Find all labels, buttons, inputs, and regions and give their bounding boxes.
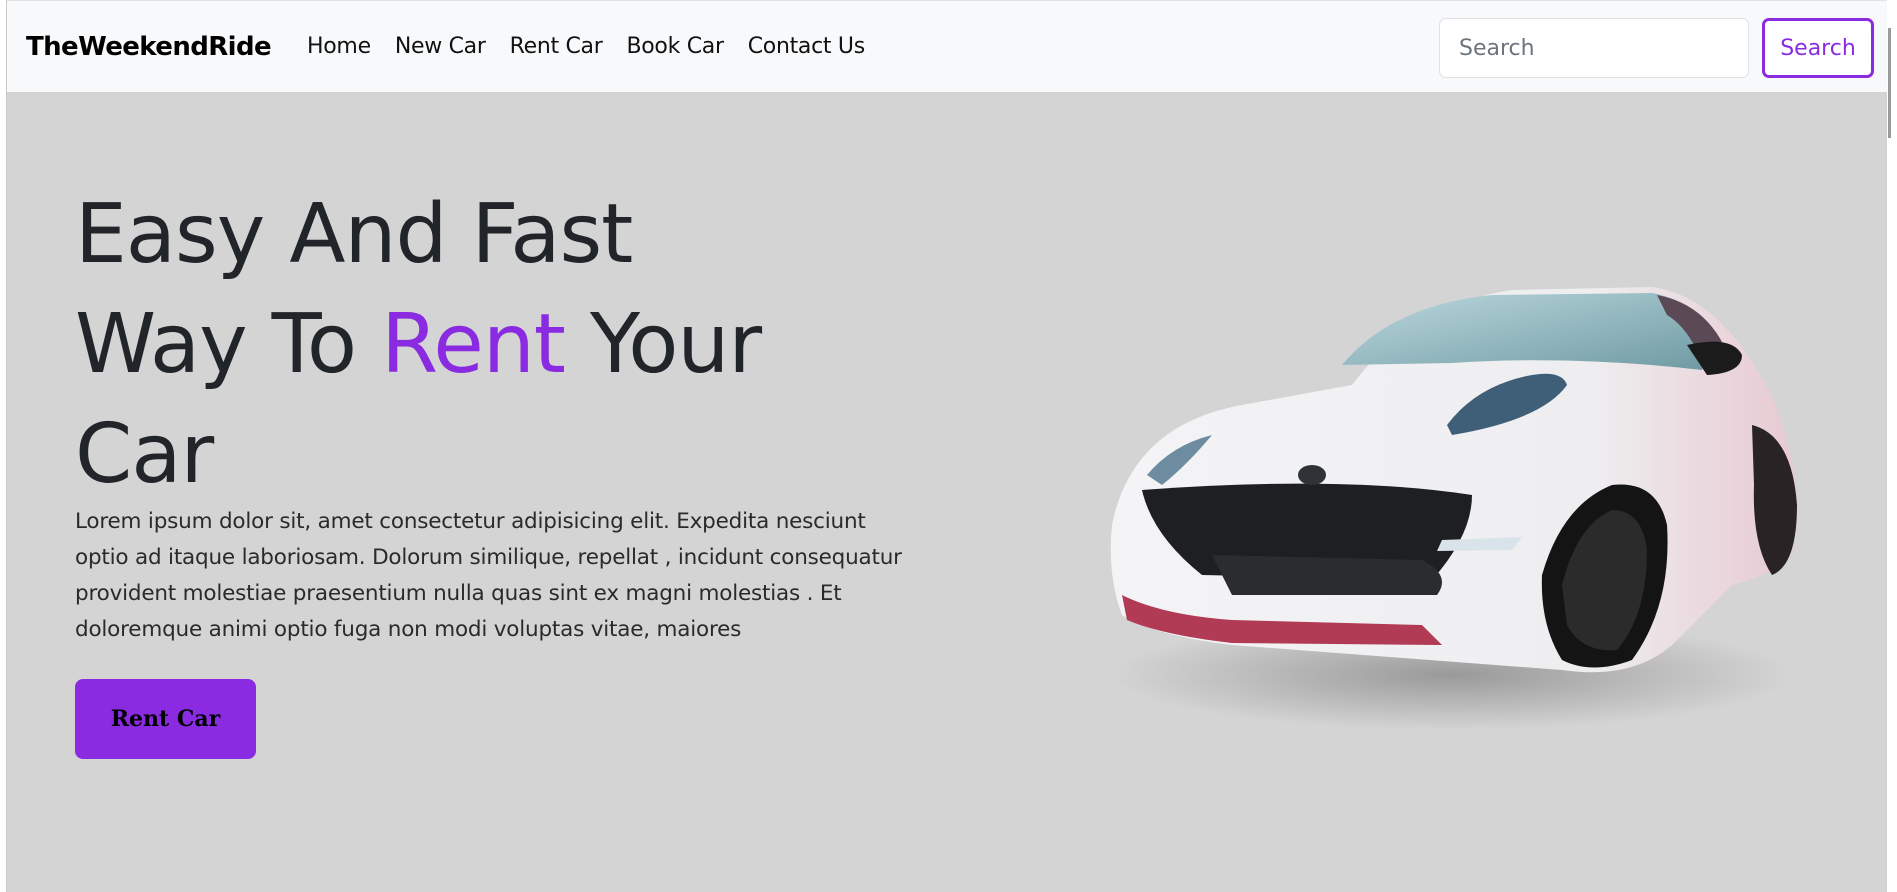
hero-description: Lorem ipsum dolor sit, amet consectetur …: [75, 504, 935, 648]
hero-description-line: optio ad itaque laboriosam. Dolorum simi…: [75, 545, 902, 570]
navbar: TheWeekendRide Home New Car Rent Car Boo…: [7, 0, 1892, 92]
hero-description-line: doloremque animi optio fuga non modi vol…: [75, 617, 742, 642]
nav-links: Home New Car Rent Car Book Car Contact U…: [307, 34, 889, 59]
hero-description-line: Lorem ipsum dolor sit, amet consectetur …: [75, 509, 866, 534]
scrollbar-thumb[interactable]: [1888, 28, 1891, 138]
hero-description-line: provident molestiae praesentium nulla qu…: [75, 581, 842, 606]
nav-home[interactable]: Home: [307, 34, 371, 59]
hero-title: Easy And Fast Way To Rent Your Car: [75, 180, 975, 510]
nav-new-car[interactable]: New Car: [395, 34, 486, 59]
rent-car-button[interactable]: Rent Car: [75, 679, 256, 759]
search-input[interactable]: [1439, 18, 1749, 78]
hero-title-line1: Easy And Fast: [75, 187, 633, 282]
search-form: Search: [1439, 18, 1874, 78]
nav-book-car[interactable]: Book Car: [626, 34, 724, 59]
nav-rent-car[interactable]: Rent Car: [510, 34, 603, 59]
scrollbar[interactable]: [1887, 0, 1892, 892]
car-image: [1110, 287, 1797, 730]
nav-contact-us[interactable]: Contact Us: [748, 34, 865, 59]
search-button[interactable]: Search: [1762, 18, 1874, 78]
hero-title-line3: Car: [75, 407, 214, 502]
brand-logo[interactable]: TheWeekendRide: [26, 32, 272, 62]
page-frame: TheWeekendRide Home New Car Rent Car Boo…: [6, 0, 1892, 892]
hero-title-accent: Rent: [381, 297, 566, 392]
hero-title-line2-end: Your: [564, 297, 762, 392]
hero-title-line2-start: Way To: [75, 297, 382, 392]
